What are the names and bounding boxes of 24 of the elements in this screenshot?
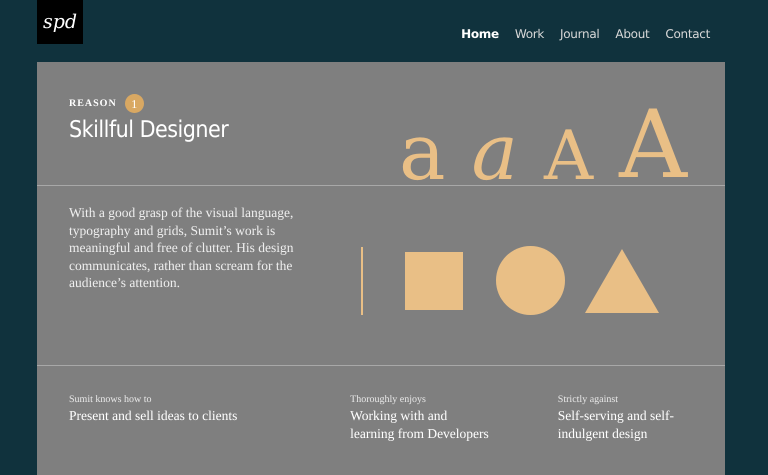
nav-link[interactable]: Work <box>506 25 552 43</box>
fact-caption: Sumit knows how to <box>69 393 153 407</box>
fact-caption: Thoroughly enjoys <box>350 393 427 407</box>
fact-text: Present and sell ideas to clients <box>69 407 238 424</box>
number-badge: 1 <box>124 94 144 113</box>
letter-specimen: a <box>472 114 518 192</box>
fact-caption: Strictly against <box>558 393 620 407</box>
circle-icon <box>496 246 565 315</box>
nav-link[interactable]: Journal <box>552 25 608 43</box>
fact-text: Self-serving and self-indulgent design <box>558 407 675 442</box>
description-text: With a good grasp of the visual language, typography and grids, Sumit’s work is meaningful and free of clutter. His design communicates, rather than scream for the audience’s attention. <box>69 204 295 292</box>
section-label: REASON <box>69 97 117 111</box>
vertical-line-icon <box>361 246 363 314</box>
triangle-icon <box>585 248 659 312</box>
letter-specimen: A <box>619 99 688 193</box>
nav-link[interactable]: Contact <box>657 25 718 43</box>
logo[interactable]: spd <box>37 0 83 44</box>
nav-link[interactable]: About <box>607 25 658 43</box>
letter-specimen: A <box>544 123 594 191</box>
letter-specimen: a <box>399 114 446 192</box>
square-icon <box>405 252 463 310</box>
fact-text: Working with and learning from Developers <box>350 407 490 442</box>
nav-link[interactable]: Home <box>453 25 507 43</box>
section-title: Skillful Designer <box>69 117 230 145</box>
